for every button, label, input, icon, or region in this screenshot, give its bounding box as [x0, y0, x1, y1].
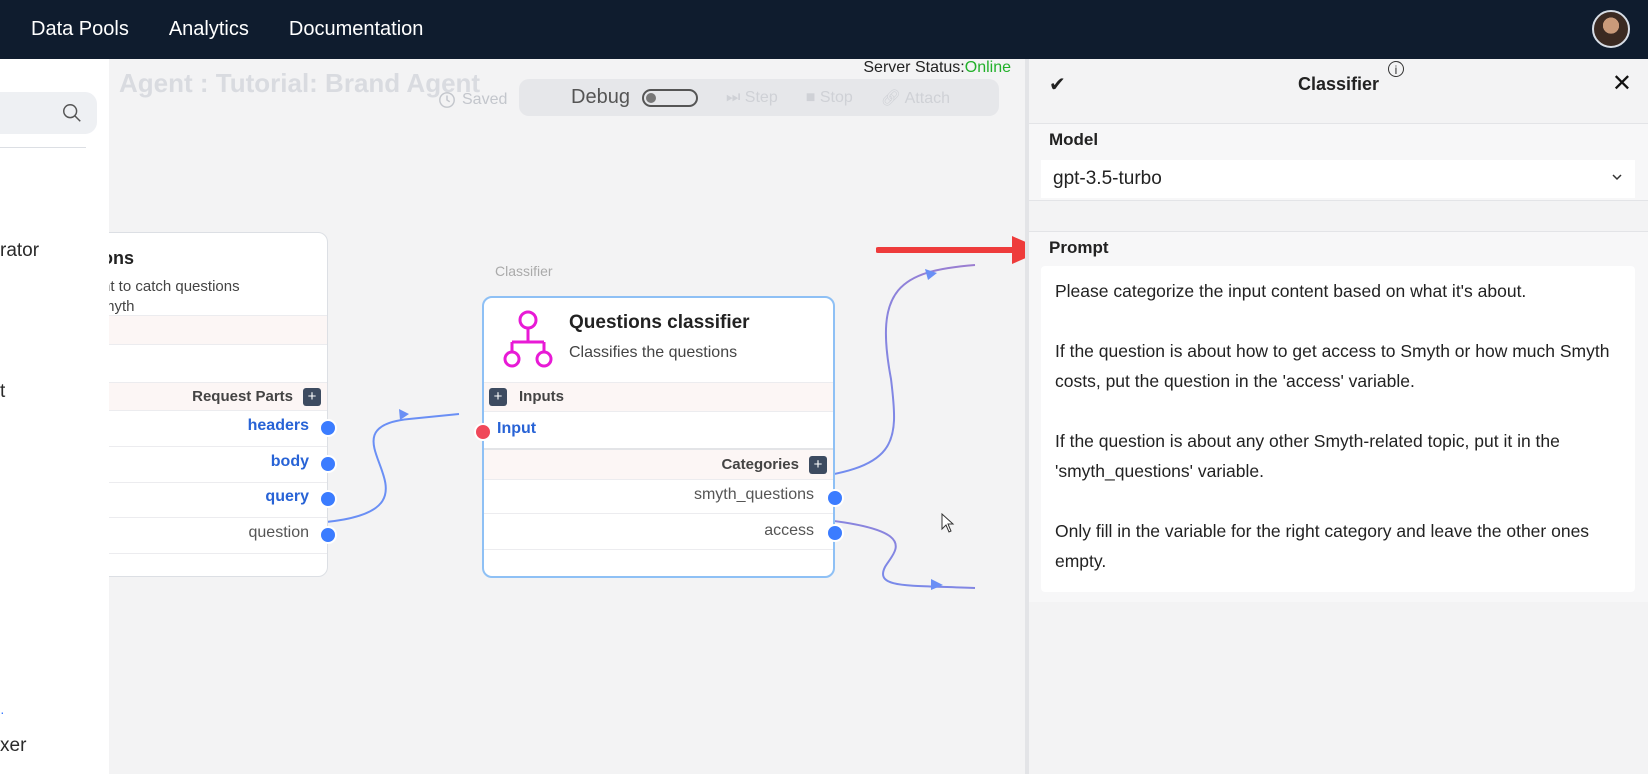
port-query[interactable]	[319, 490, 337, 508]
debug-toolbar: Debug ⏭ Step ■ Stop 🔗︎ Attach	[519, 79, 999, 116]
panel-header: ✔ Classifier i ✕	[1029, 59, 1648, 109]
port-headers[interactable]	[319, 419, 337, 437]
node-row-divider	[484, 549, 833, 550]
server-status-label: Server Status:	[863, 59, 965, 76]
agent-title: Agent : Tutorial: Brand Agent	[119, 68, 481, 98]
inputs-header: + Inputs	[484, 382, 833, 412]
output-body: body	[270, 453, 309, 470]
node-desc-line: myth	[109, 298, 135, 315]
top-nav: Data Pools Analytics Documentation	[0, 0, 1648, 59]
edge-arrowhead	[931, 579, 943, 590]
edge-arrowhead	[925, 269, 937, 280]
component-settings-panel: ✔ Classifier i ✕ Model gpt-3.5-turbo Pro…	[1025, 59, 1648, 774]
port-input[interactable]	[474, 423, 492, 441]
node-type-label: Classifier	[495, 263, 553, 279]
port-access[interactable]	[826, 524, 844, 542]
debug-label: Debug	[571, 86, 630, 108]
node-desc-line: nt to catch questions	[109, 278, 240, 295]
model-section: Model gpt-3.5-turbo	[1029, 123, 1648, 201]
node-row-divider	[109, 446, 327, 447]
output-question: question	[248, 524, 310, 541]
stop-button[interactable]: ■ Stop	[806, 89, 853, 107]
node-row-divider	[109, 553, 327, 554]
add-input-button[interactable]: +	[489, 388, 507, 406]
categories-header: Categories +	[484, 448, 833, 480]
categories-label: Categories	[721, 456, 799, 473]
model-value: gpt-3.5-turbo	[1053, 168, 1162, 189]
sidebar-item-label[interactable]: t	[0, 381, 5, 403]
prompt-section: Prompt Please categorize the input conte…	[1029, 231, 1648, 602]
sidebar-divider	[0, 147, 86, 148]
search-icon	[63, 104, 81, 122]
node-description: Classifies the questions	[569, 344, 738, 361]
chevron-down-icon	[1612, 174, 1622, 181]
input-label: Input	[497, 420, 537, 437]
output-smyth-questions: smyth_questions	[693, 486, 814, 503]
step-label: Step	[744, 88, 778, 106]
link-icon: 🔗︎	[880, 89, 905, 107]
nav-documentation[interactable]: Documentation	[289, 18, 424, 41]
output-query: query	[265, 488, 309, 505]
questions-classifier-node[interactable]: Questions classifier Classifies the ques…	[474, 296, 844, 578]
saved-indicator: Saved	[438, 91, 507, 109]
node-title: ons	[109, 248, 135, 268]
step-button[interactable]: ⏭ Step	[726, 89, 778, 107]
edge-arrowhead	[399, 409, 409, 420]
nav-analytics[interactable]: Analytics	[169, 18, 249, 41]
search-input[interactable]	[0, 92, 97, 134]
port-question[interactable]	[319, 526, 337, 544]
inputs-label: Inputs	[519, 388, 564, 405]
clock-icon	[439, 92, 455, 108]
request-parts-header: Request Parts +	[109, 382, 327, 411]
annotation-arrow-icon	[876, 236, 1044, 264]
api-endpoint-node[interactable]: ons nt to catch questions myth Request P…	[109, 232, 337, 577]
stop-icon: ■	[805, 88, 820, 106]
attach-label: Attach	[904, 89, 950, 107]
check-icon[interactable]: ✔	[1049, 72, 1066, 97]
prompt-paragraph: Only fill in the variable for the right …	[1055, 521, 1590, 571]
avatar[interactable]	[1592, 10, 1630, 48]
saved-label: Saved	[462, 91, 508, 108]
hierarchy-icon	[503, 310, 553, 368]
output-access: access	[764, 522, 814, 539]
output-headers: headers	[247, 417, 309, 434]
server-status-value: Online	[964, 59, 1011, 76]
workflow-canvas[interactable]: Agent : Tutorial: Brand Agent Saved Serv…	[109, 59, 1025, 774]
sidebar: rator t · xer	[0, 59, 109, 774]
port-body[interactable]	[319, 455, 337, 473]
debug-toggle[interactable]	[641, 88, 698, 107]
prompt-label: Prompt	[1049, 238, 1109, 257]
cursor-icon	[941, 513, 955, 533]
port-smyth-questions[interactable]	[826, 489, 844, 507]
prompt-paragraph: If the question is about how to get acce…	[1055, 341, 1610, 391]
step-icon: ⏭	[725, 88, 745, 106]
model-label: Model	[1049, 130, 1099, 149]
add-request-part-button[interactable]: +	[303, 388, 321, 406]
info-icon[interactable]: i	[1388, 61, 1404, 77]
prompt-paragraph: Please categorize the input content base…	[1055, 281, 1527, 301]
nav-data-pools[interactable]: Data Pools	[31, 18, 129, 41]
attach-button[interactable]: 🔗︎ Attach	[881, 88, 950, 108]
request-parts-label: Request Parts	[192, 388, 293, 405]
server-status: Server Status:Online	[863, 59, 1011, 77]
node-row-divider	[109, 482, 327, 483]
node-row-divider	[484, 513, 833, 514]
panel-title: Classifier	[1297, 73, 1380, 94]
node-description: nt to catch questions myth	[109, 277, 240, 317]
add-category-button[interactable]: +	[809, 456, 827, 474]
prompt-paragraph: If the question is about any other Smyth…	[1055, 431, 1560, 481]
prompt-textarea[interactable]: Please categorize the input content base…	[1041, 266, 1635, 592]
sidebar-item-label[interactable]: xer	[0, 735, 26, 757]
sidebar-item-label[interactable]: rator	[0, 240, 39, 262]
node-title: Questions classifier	[569, 312, 750, 333]
sidebar-dot-icon: ·	[0, 704, 5, 720]
node-section-empty	[109, 315, 327, 345]
stop-label: Stop	[819, 88, 853, 106]
close-icon[interactable]: ✕	[1612, 69, 1632, 98]
model-select[interactable]: gpt-3.5-turbo	[1041, 160, 1635, 198]
node-row-divider	[109, 517, 327, 518]
